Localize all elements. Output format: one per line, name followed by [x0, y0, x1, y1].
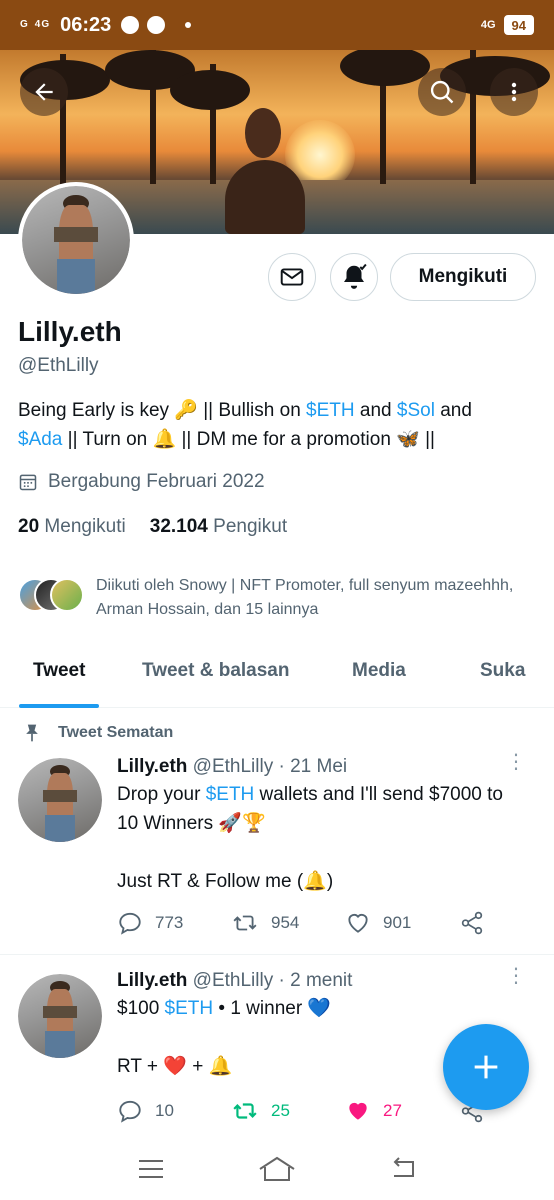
tab-media[interactable]: Media — [352, 646, 406, 708]
back-arrow-icon — [35, 83, 53, 101]
share-button[interactable] — [459, 910, 485, 936]
profile-handle: @EthLilly — [18, 355, 99, 376]
system-navigation-bar — [0, 1142, 554, 1200]
bell-icon — [344, 263, 367, 289]
tweet-more-icon[interactable]: ⋮ — [506, 752, 526, 772]
tab-tweet[interactable]: Tweet — [18, 646, 100, 708]
tweet-item[interactable]: Lilly.eth @EthLilly · 21 Mei Drop your $… — [0, 752, 554, 952]
signal-indicator: G — [20, 19, 29, 30]
tweet-author[interactable]: Lilly.eth — [117, 756, 187, 777]
calendar-icon — [19, 474, 37, 491]
tweet-actions: 773 954 901 — [117, 910, 485, 936]
notifications-button[interactable] — [330, 253, 378, 301]
followers-link[interactable]: 32.104 Pengikut — [150, 516, 287, 538]
heart-icon — [349, 1102, 367, 1120]
profile-tabs: Tweet Tweet & balasan Media Suka — [0, 646, 554, 708]
retweet-button[interactable]: 954 — [231, 910, 345, 936]
signal-indicator-4g: 4G — [34, 19, 51, 30]
avatar — [50, 578, 84, 612]
like-button[interactable]: 901 — [345, 910, 459, 936]
follow-stats: 20 Mengikuti 32.104 Pengikut — [18, 516, 287, 538]
more-options-button[interactable] — [490, 68, 538, 116]
tweet-meta: @EthLilly · 21 Mei — [192, 756, 348, 777]
divider — [0, 954, 554, 955]
profile-bio: Being Early is key 🔑 || Bullish on $ETH … — [18, 400, 472, 450]
avatar[interactable] — [18, 974, 102, 1058]
search-icon — [430, 80, 454, 104]
network-indicator: 4G — [480, 18, 496, 31]
message-button[interactable] — [268, 253, 316, 301]
tab-tweet-replies[interactable]: Tweet & balasan — [142, 646, 289, 708]
compose-icon — [474, 1055, 498, 1079]
back-nav-button[interactable] — [388, 1156, 418, 1187]
back-icon — [393, 1156, 415, 1177]
pinned-label: Tweet Sematan — [22, 722, 173, 744]
chrome-icon — [121, 16, 140, 34]
reply-icon — [119, 1100, 141, 1123]
home-icon — [259, 1156, 295, 1181]
share-icon — [461, 911, 483, 935]
more-vertical-icon — [511, 82, 517, 102]
menu-icon — [138, 1159, 163, 1178]
retweet-button[interactable]: 25 — [231, 1098, 345, 1124]
reply-icon — [119, 912, 141, 935]
search-button[interactable] — [418, 68, 466, 116]
hashtag-link[interactable]: $ETH — [206, 784, 255, 805]
like-button[interactable]: 27 — [345, 1098, 459, 1124]
hashtag-link[interactable]: $Sol — [397, 400, 435, 421]
app-notification-icon — [147, 16, 166, 34]
retweet-icon — [233, 1103, 257, 1119]
following-link[interactable]: 20 Mengikuti — [18, 516, 126, 538]
join-date: Bergabung Februari 2022 — [18, 471, 265, 493]
notification-dot-icon — [185, 22, 192, 28]
compose-tweet-button[interactable] — [443, 1024, 529, 1110]
recent-apps-button[interactable] — [136, 1157, 166, 1186]
hashtag-link[interactable]: $Ada — [18, 429, 62, 450]
hashtag-link[interactable]: $ETH — [165, 998, 214, 1019]
tweet-author[interactable]: Lilly.eth — [117, 970, 187, 991]
retweet-icon — [233, 915, 257, 931]
home-button[interactable] — [257, 1155, 297, 1188]
hashtag-link[interactable]: $ETH — [306, 400, 355, 421]
mail-icon — [280, 268, 304, 286]
heart-icon — [348, 914, 368, 933]
followed-by[interactable]: Diikuti oleh Snowy | NFT Promoter, full … — [18, 574, 516, 622]
avatar[interactable] — [18, 758, 102, 842]
reply-button[interactable]: 10 — [117, 1098, 231, 1124]
back-button[interactable] — [20, 68, 68, 116]
following-button[interactable]: Mengikuti — [390, 253, 536, 301]
tab-likes[interactable]: Suka — [480, 646, 525, 708]
battery-indicator: 94 — [503, 15, 534, 35]
tweet-actions: 10 25 27 — [117, 1098, 485, 1124]
reply-button[interactable]: 773 — [117, 910, 231, 936]
tweet-text: Drop your $ETH wallets and I'll send $70… — [117, 784, 503, 892]
clock: 06:23 — [60, 13, 112, 36]
profile-avatar[interactable] — [18, 182, 134, 298]
profile-name: Lilly.eth — [18, 316, 122, 347]
status-bar: G 4G 06:23 4G 94 — [0, 0, 554, 50]
tweet-more-icon[interactable]: ⋮ — [506, 966, 526, 986]
pin-icon — [26, 724, 38, 742]
tweet-meta: @EthLilly · 2 menit — [192, 970, 353, 991]
